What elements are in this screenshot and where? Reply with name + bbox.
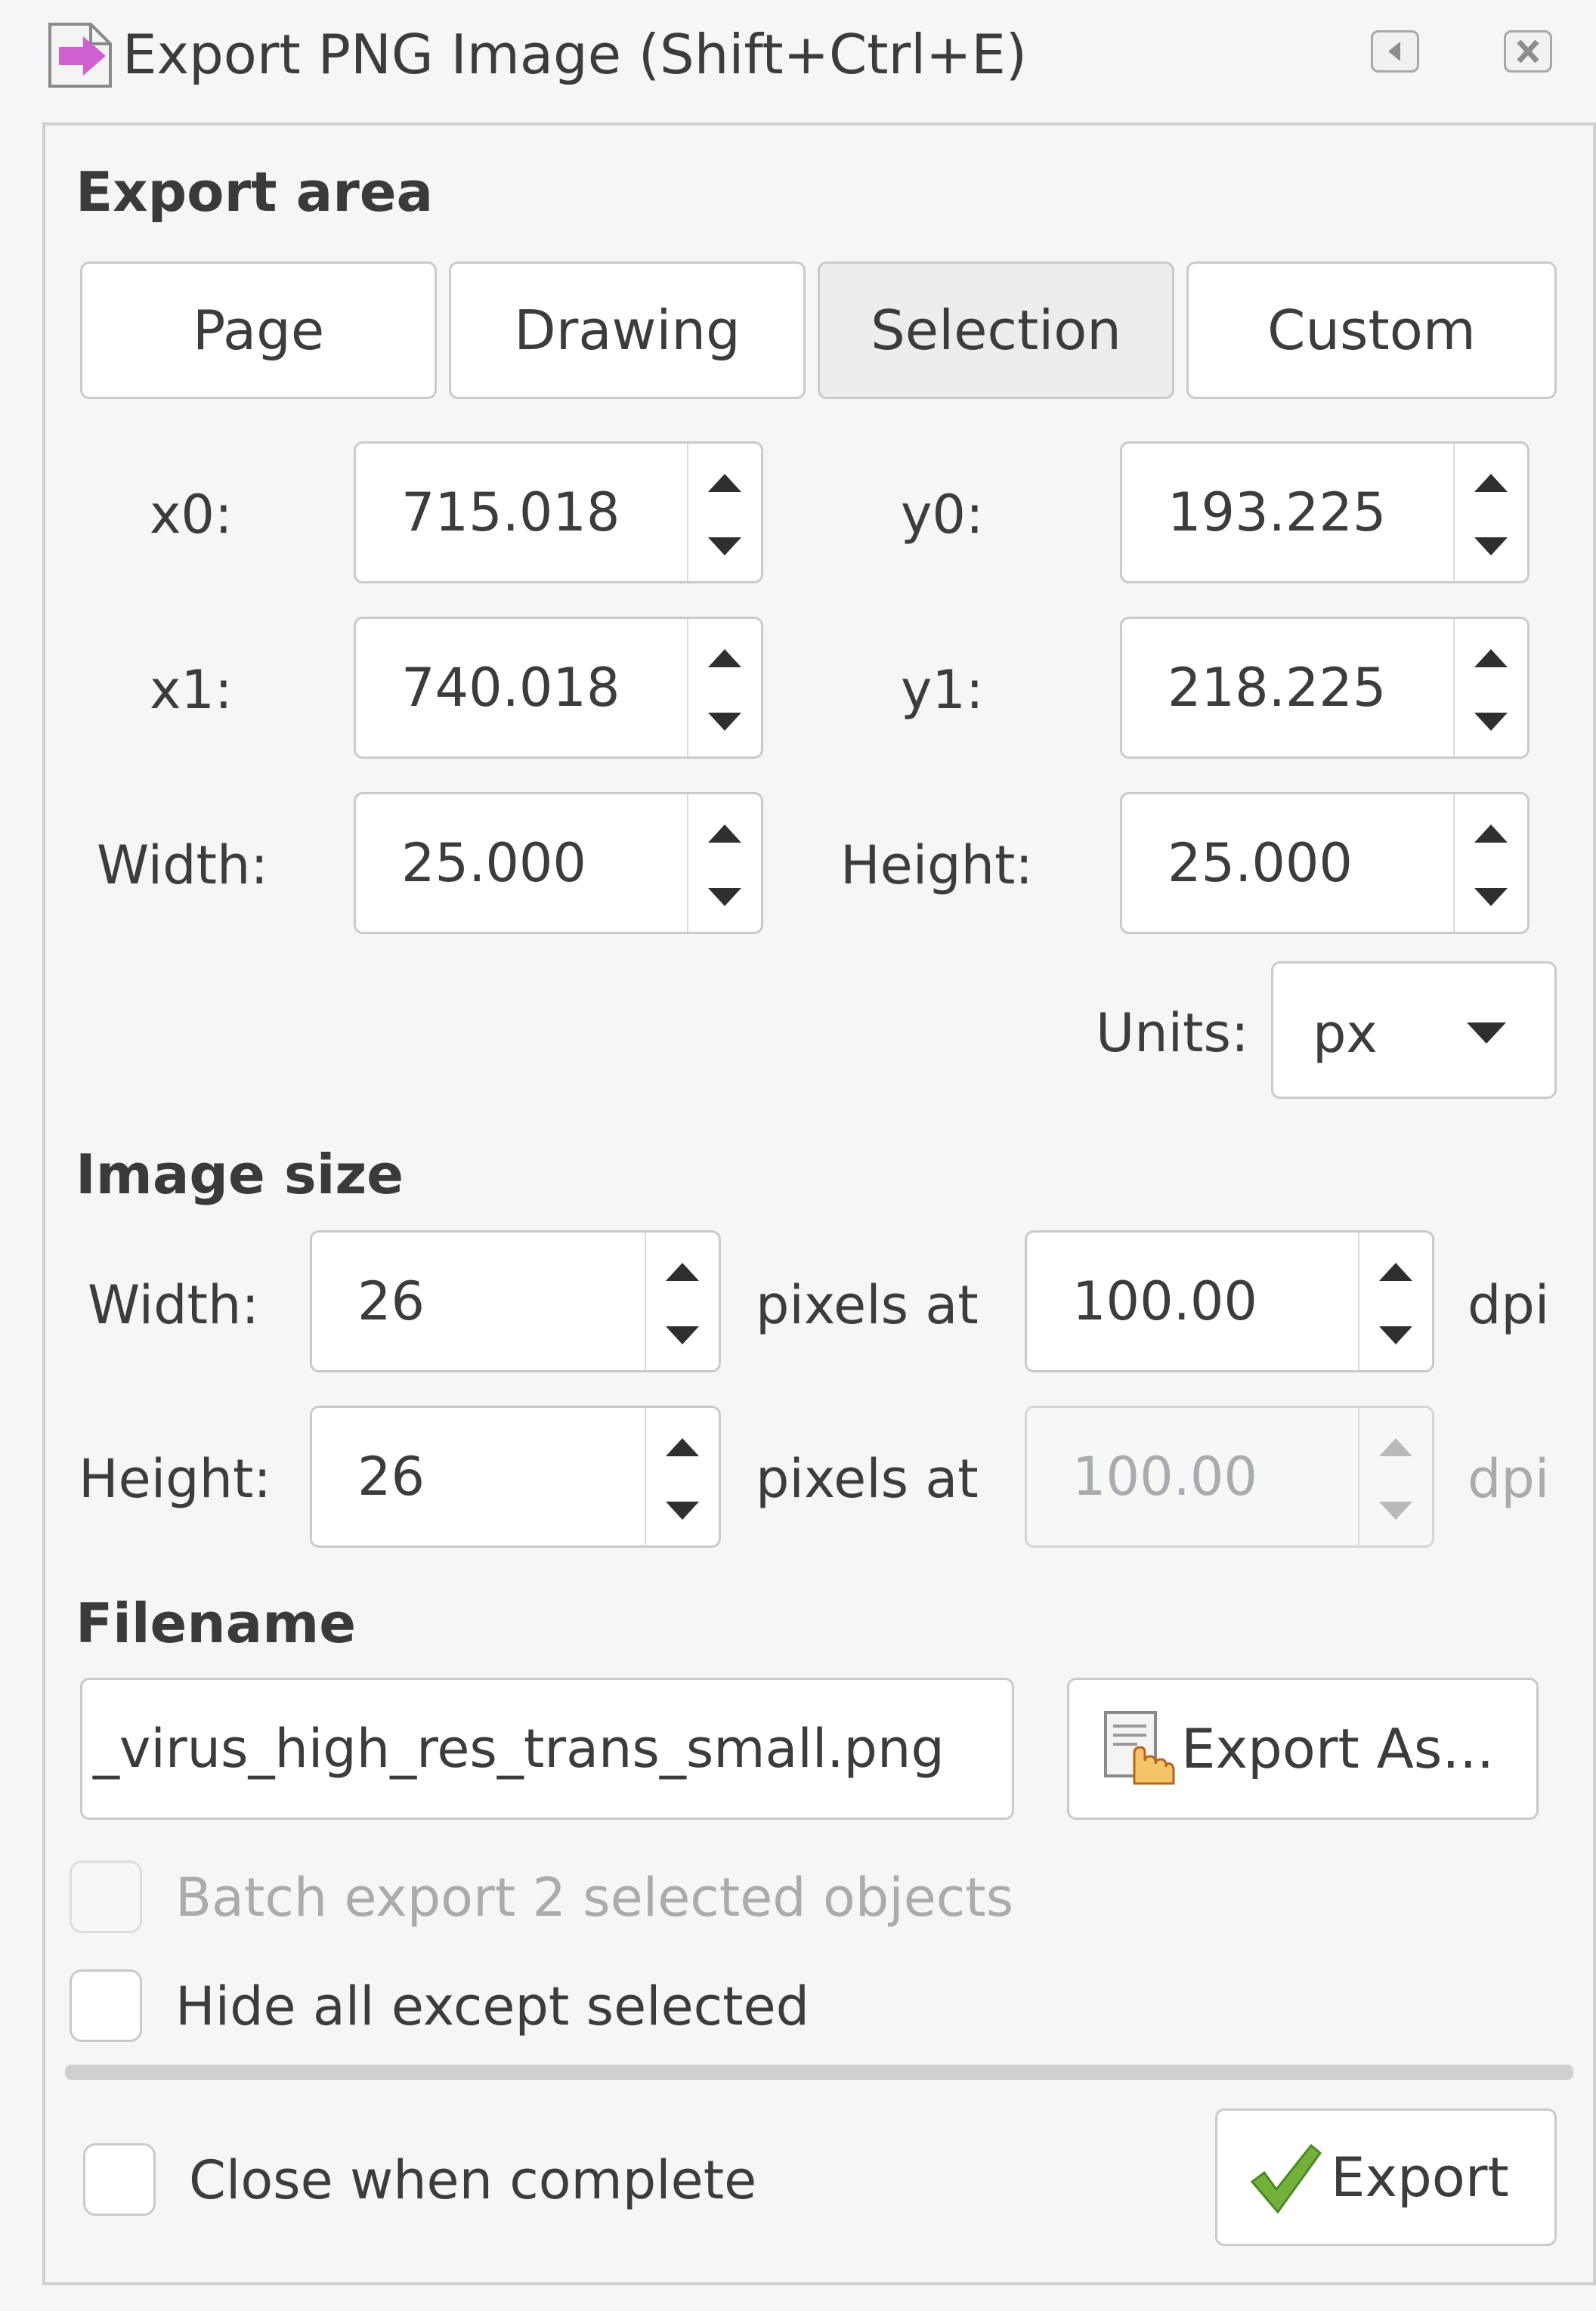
- increment-arrow-icon[interactable]: [666, 1263, 699, 1281]
- image-height-label: Height:: [79, 1448, 271, 1510]
- decrement-arrow-icon: [1379, 1502, 1412, 1520]
- units-label: Units:: [1096, 1002, 1249, 1064]
- increment-arrow-icon[interactable]: [1379, 1263, 1412, 1281]
- tab-drawing[interactable]: Drawing: [449, 261, 806, 399]
- dpi-x-spinbox[interactable]: 100.00: [1025, 1230, 1434, 1372]
- image-height-value: 26: [357, 1446, 425, 1508]
- dpi-unit-label: dpi: [1468, 1274, 1550, 1336]
- dpi-y-spinbox: 100.00: [1025, 1406, 1434, 1548]
- export-button[interactable]: Export: [1215, 2108, 1557, 2246]
- units-dropdown[interactable]: px: [1271, 961, 1557, 1099]
- export-label: Export: [1331, 2145, 1509, 2209]
- image-size-heading: Image size: [76, 1143, 404, 1206]
- y0-value: 193.225: [1168, 481, 1387, 543]
- dpi-x-value: 100.00: [1072, 1270, 1257, 1332]
- export-as-label: Export As...: [1181, 1717, 1494, 1780]
- y0-spinbox[interactable]: 193.225: [1120, 441, 1530, 583]
- area-height-label: Height:: [840, 834, 1033, 896]
- image-height-spinbox[interactable]: 26: [310, 1406, 721, 1548]
- dpi-unit-label: dpi: [1468, 1448, 1550, 1510]
- image-width-value: 26: [357, 1270, 425, 1332]
- image-width-label: Width:: [88, 1274, 259, 1336]
- increment-arrow-icon[interactable]: [1474, 824, 1508, 843]
- export-png-icon: [44, 21, 116, 89]
- tab-custom[interactable]: Custom: [1186, 261, 1557, 399]
- x1-label: x1:: [150, 659, 233, 721]
- increment-arrow-icon: [1379, 1438, 1412, 1456]
- y1-value: 218.225: [1168, 657, 1387, 719]
- export-area-heading: Export area: [76, 160, 434, 224]
- area-height-value: 25.000: [1168, 832, 1353, 894]
- decrement-arrow-icon[interactable]: [1379, 1326, 1412, 1344]
- tab-page[interactable]: Page: [80, 261, 437, 399]
- tab-selection[interactable]: Selection: [818, 261, 1174, 399]
- increment-arrow-icon[interactable]: [1474, 474, 1508, 492]
- separator: [65, 2065, 1573, 2080]
- export-as-icon: [1104, 1711, 1175, 1785]
- decrement-arrow-icon[interactable]: [666, 1326, 699, 1344]
- pixels-at-label: pixels at: [756, 1274, 979, 1336]
- filename-value: _virus_high_res_trans_small.png: [93, 1718, 945, 1780]
- batch-export-label: Batch export 2 selected objects: [175, 1867, 1014, 1929]
- units-value: px: [1313, 1003, 1378, 1065]
- x0-value: 715.018: [401, 481, 620, 543]
- decrement-arrow-icon[interactable]: [708, 888, 741, 906]
- x1-spinbox[interactable]: 740.018: [354, 617, 763, 759]
- checkmark-icon: [1250, 2143, 1322, 2214]
- increment-arrow-icon[interactable]: [708, 649, 741, 667]
- area-width-value: 25.000: [401, 832, 586, 894]
- hide-all-checkbox[interactable]: [70, 1969, 142, 2042]
- area-width-spinbox[interactable]: 25.000: [354, 792, 763, 934]
- filename-input[interactable]: _virus_high_res_trans_small.png: [80, 1678, 1014, 1820]
- close-icon[interactable]: [1504, 30, 1552, 73]
- export-as-button[interactable]: Export As...: [1067, 1678, 1539, 1820]
- pixels-at-label: pixels at: [756, 1448, 979, 1510]
- chevron-down-icon: [1467, 1022, 1506, 1044]
- area-height-spinbox[interactable]: 25.000: [1120, 792, 1530, 934]
- close-when-complete-label: Close when complete: [189, 2149, 757, 2211]
- increment-arrow-icon[interactable]: [1474, 649, 1508, 667]
- decrement-arrow-icon[interactable]: [708, 537, 741, 555]
- y0-label: y0:: [901, 484, 984, 546]
- decrement-arrow-icon[interactable]: [1474, 888, 1508, 906]
- increment-arrow-icon[interactable]: [666, 1438, 699, 1456]
- filename-heading: Filename: [76, 1592, 357, 1655]
- image-width-spinbox[interactable]: 26: [310, 1230, 721, 1372]
- y1-spinbox[interactable]: 218.225: [1120, 617, 1530, 759]
- increment-arrow-icon[interactable]: [708, 824, 741, 843]
- x1-value: 740.018: [401, 657, 620, 719]
- window-title: Export PNG Image (Shift+Ctrl+E): [122, 23, 1027, 86]
- close-when-complete-checkbox[interactable]: [83, 2143, 156, 2216]
- area-width-label: Width:: [97, 834, 268, 896]
- decrement-arrow-icon[interactable]: [708, 713, 741, 731]
- decrement-arrow-icon[interactable]: [666, 1502, 699, 1520]
- decrement-arrow-icon[interactable]: [1474, 713, 1508, 731]
- increment-arrow-icon[interactable]: [708, 474, 741, 492]
- x0-spinbox[interactable]: 715.018: [354, 441, 763, 583]
- x0-label: x0:: [150, 484, 233, 546]
- dpi-y-value: 100.00: [1072, 1446, 1257, 1508]
- decrement-arrow-icon[interactable]: [1474, 537, 1508, 555]
- batch-export-checkbox: [70, 1861, 142, 1933]
- restore-icon[interactable]: [1371, 30, 1419, 73]
- y1-label: y1:: [901, 659, 984, 721]
- hide-all-label: Hide all except selected: [175, 1975, 810, 2037]
